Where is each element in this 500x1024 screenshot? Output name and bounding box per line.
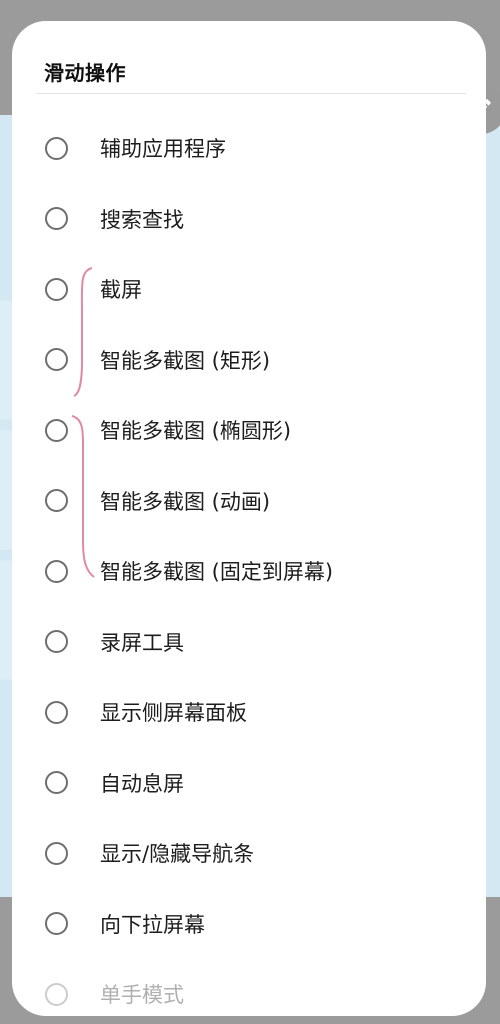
- option-toggle-navigation-bar[interactable]: 显示/隐藏导航条: [12, 818, 486, 889]
- option-label: 自动息屏: [100, 771, 184, 796]
- option-pull-down-screen[interactable]: 向下拉屏幕: [12, 889, 486, 960]
- option-label: 智能多截图 (动画): [100, 489, 271, 514]
- radio-button[interactable]: [45, 559, 68, 583]
- radio-button[interactable]: [45, 136, 68, 160]
- option-label: 辅助应用程序: [100, 137, 226, 162]
- option-search[interactable]: 搜索查找: [12, 184, 486, 255]
- option-edge-panel[interactable]: 显示侧屏幕面板: [12, 677, 486, 748]
- title-divider: [36, 93, 466, 94]
- swipe-action-dialog: 滑动操作 辅助应用程序 搜索查找 截屏 智能多截图 (矩形) 智能多截图 (椭圆…: [12, 21, 486, 1016]
- radio-button[interactable]: [45, 630, 68, 654]
- option-screen-off[interactable]: 自动息屏: [12, 748, 486, 819]
- radio-button[interactable]: [45, 348, 68, 372]
- option-label: 搜索查找: [100, 207, 184, 232]
- radio-button[interactable]: [45, 277, 68, 301]
- option-one-handed-mode[interactable]: 单手模式: [12, 959, 486, 1016]
- option-smart-select-pin-to-screen[interactable]: 智能多截图 (固定到屏幕): [12, 536, 486, 607]
- option-label: 向下拉屏幕: [100, 912, 205, 937]
- option-screenshot[interactable]: 截屏: [12, 254, 486, 325]
- option-label: 智能多截图 (固定到屏幕): [100, 560, 334, 585]
- option-label: 截屏: [100, 278, 142, 303]
- radio-button[interactable]: [45, 841, 68, 865]
- option-smart-select-rectangle[interactable]: 智能多截图 (矩形): [12, 325, 486, 396]
- options-list: 辅助应用程序 搜索查找 截屏 智能多截图 (矩形) 智能多截图 (椭圆形) 智能…: [12, 113, 486, 1016]
- option-label: 显示侧屏幕面板: [100, 701, 247, 726]
- radio-button[interactable]: [45, 418, 68, 442]
- option-label: 智能多截图 (椭圆形): [100, 419, 292, 444]
- radio-button[interactable]: [45, 912, 68, 936]
- option-screen-recorder[interactable]: 录屏工具: [12, 607, 486, 678]
- radio-button[interactable]: [45, 982, 68, 1006]
- option-smart-select-animation[interactable]: 智能多截图 (动画): [12, 466, 486, 537]
- option-label: 显示/隐藏导航条: [100, 842, 255, 867]
- radio-button[interactable]: [45, 489, 68, 513]
- dialog-title: 滑动操作: [44, 61, 126, 85]
- option-label: 智能多截图 (矩形): [100, 348, 271, 373]
- option-label: 录屏工具: [100, 630, 184, 655]
- radio-button[interactable]: [45, 700, 68, 724]
- radio-button[interactable]: [45, 207, 68, 231]
- option-assistant-app[interactable]: 辅助应用程序: [12, 113, 486, 184]
- radio-button[interactable]: [45, 771, 68, 795]
- option-smart-select-oval[interactable]: 智能多截图 (椭圆形): [12, 395, 486, 466]
- option-label: 单手模式: [100, 983, 184, 1008]
